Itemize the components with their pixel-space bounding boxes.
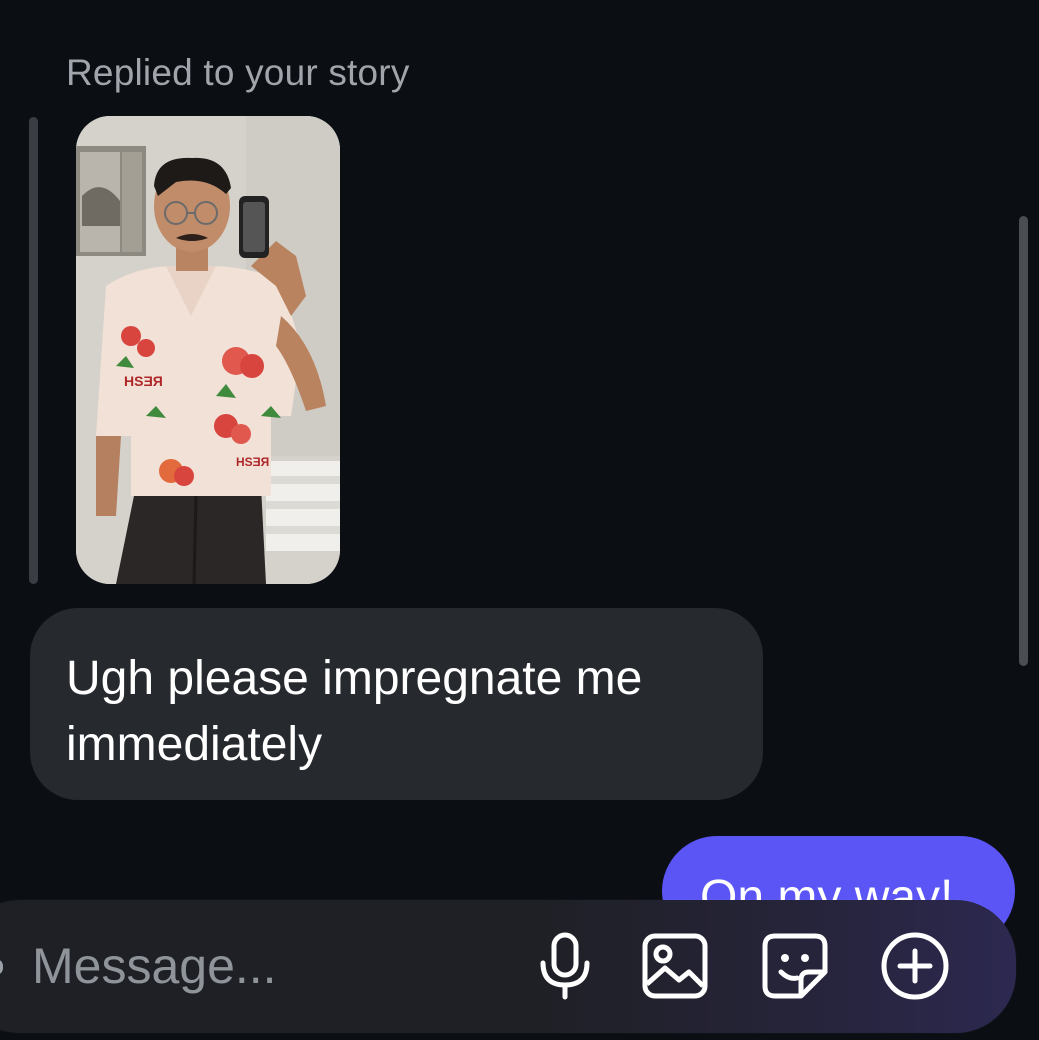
gallery-button[interactable]	[637, 928, 713, 1004]
message-text-line: immediately	[66, 718, 323, 771]
image-icon	[642, 933, 708, 999]
more-options-button[interactable]	[877, 928, 953, 1004]
voice-message-button[interactable]	[527, 928, 603, 1004]
sticker-icon	[762, 933, 828, 999]
add-circle-icon	[881, 932, 949, 1000]
replied-to-story-label: Replied to your story	[66, 52, 410, 93]
chat-screen: Replied to your story HSƎЯ HSƎЯ Ugh plea…	[0, 0, 1039, 1040]
scrollbar[interactable]	[1019, 216, 1028, 666]
incoming-message-bubble[interactable]: Ugh please impregnate me immediately	[30, 608, 763, 800]
svg-text:HSƎЯ: HSƎЯ	[236, 455, 269, 469]
story-thumbnail[interactable]: HSƎЯ HSƎЯ	[76, 116, 340, 584]
message-composer	[0, 900, 1016, 1033]
svg-text:HSƎЯ: HSƎЯ	[124, 373, 163, 389]
microphone-icon	[540, 932, 590, 1000]
composer-edge-indicator	[0, 959, 3, 975]
message-text-line: Ugh please impregnate me	[66, 652, 643, 705]
message-input[interactable]	[32, 936, 502, 996]
story-photo: HSƎЯ HSƎЯ	[76, 116, 340, 584]
sticker-button[interactable]	[757, 928, 833, 1004]
reply-quote-bar	[29, 117, 38, 584]
